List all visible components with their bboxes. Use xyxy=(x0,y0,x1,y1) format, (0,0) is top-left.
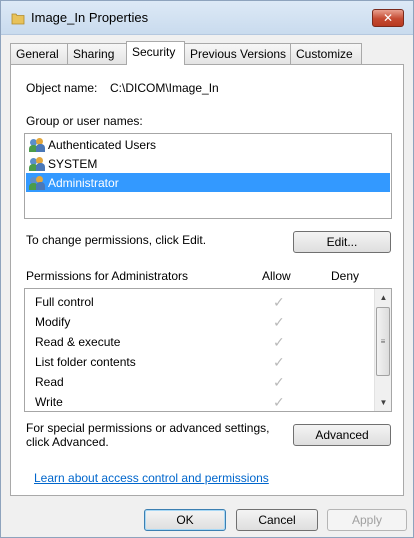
window-title: Image_In Properties xyxy=(31,10,149,25)
allow-check-icon: ✓ xyxy=(273,294,285,310)
special-permissions-text-line1: For special permissions or advanced sett… xyxy=(26,421,270,435)
users-group-icon xyxy=(29,175,45,190)
user-listbox[interactable]: Authenticated Users SYSTEM Administrator xyxy=(24,133,392,219)
object-name-value: C:\DICOM\Image_In xyxy=(110,81,219,95)
tab-customize[interactable]: Customize xyxy=(290,43,362,64)
permission-name: Read & execute xyxy=(35,335,121,349)
permission-name: Modify xyxy=(35,315,71,329)
edit-button[interactable]: Edit... xyxy=(293,231,391,253)
close-icon: ✕ xyxy=(382,11,394,25)
allow-check-icon: ✓ xyxy=(273,394,285,410)
close-button[interactable]: ✕ xyxy=(372,9,404,27)
user-name: SYSTEM xyxy=(48,156,98,171)
advanced-button[interactable]: Advanced xyxy=(293,424,391,446)
special-permissions-text-line2: click Advanced. xyxy=(26,435,109,449)
change-permissions-text: To change permissions, click Edit. xyxy=(26,233,207,247)
permission-name: List folder contents xyxy=(35,355,136,369)
user-name: Administrator xyxy=(48,175,119,190)
allow-check-icon: ✓ xyxy=(273,354,285,370)
learn-more-link[interactable]: Learn about access control and permissio… xyxy=(34,471,269,485)
permission-row: List folder contents ✓ xyxy=(25,352,375,372)
tab-security[interactable]: Security xyxy=(126,41,185,65)
allow-header: Allow xyxy=(262,269,291,283)
allow-check-icon: ✓ xyxy=(273,374,285,390)
properties-window: Image_In Properties ✕ General Sharing Se… xyxy=(0,0,414,538)
permission-name: Full control xyxy=(35,295,94,309)
folder-icon xyxy=(11,13,25,25)
tab-general[interactable]: General xyxy=(10,43,68,64)
apply-button[interactable]: Apply xyxy=(327,509,407,531)
user-item-administrator[interactable]: Administrator xyxy=(26,173,390,192)
tab-previous-versions[interactable]: Previous Versions xyxy=(184,43,291,64)
permissions-scrollbar[interactable]: ▲ ≡ ▼ xyxy=(374,289,391,411)
permission-row: Full control ✓ xyxy=(25,292,375,312)
allow-check-icon: ✓ xyxy=(273,334,285,350)
scroll-down-arrow-icon[interactable]: ▼ xyxy=(375,394,391,411)
users-group-icon xyxy=(29,156,45,171)
title-bar[interactable]: Image_In Properties ✕ xyxy=(1,1,413,35)
permissions-for-label: Permissions for Administrators xyxy=(26,269,189,283)
permissions-list[interactable]: Full control ✓ Modify ✓ Read & execute ✓… xyxy=(24,288,392,412)
ok-button[interactable]: OK xyxy=(144,509,226,531)
cancel-button[interactable]: Cancel xyxy=(236,509,318,531)
permission-row: Read & execute ✓ xyxy=(25,332,375,352)
permission-row: Read ✓ xyxy=(25,372,375,392)
scroll-thumb[interactable]: ≡ xyxy=(376,307,390,376)
object-name-label: Object name: xyxy=(26,81,98,95)
permission-row: Write ✓ xyxy=(25,392,375,411)
user-item-authenticated-users[interactable]: Authenticated Users xyxy=(26,135,390,154)
tab-sharing[interactable]: Sharing xyxy=(67,43,127,64)
scroll-up-arrow-icon[interactable]: ▲ xyxy=(375,289,391,306)
deny-header: Deny xyxy=(331,269,360,283)
user-item-system[interactable]: SYSTEM xyxy=(26,154,390,173)
user-name: Authenticated Users xyxy=(48,137,157,152)
group-label: Group or user names: xyxy=(26,114,143,128)
permission-name: Write xyxy=(35,395,63,409)
permission-name: Read xyxy=(35,375,64,389)
users-group-icon xyxy=(29,137,45,152)
allow-check-icon: ✓ xyxy=(273,314,285,330)
permission-row: Modify ✓ xyxy=(25,312,375,332)
